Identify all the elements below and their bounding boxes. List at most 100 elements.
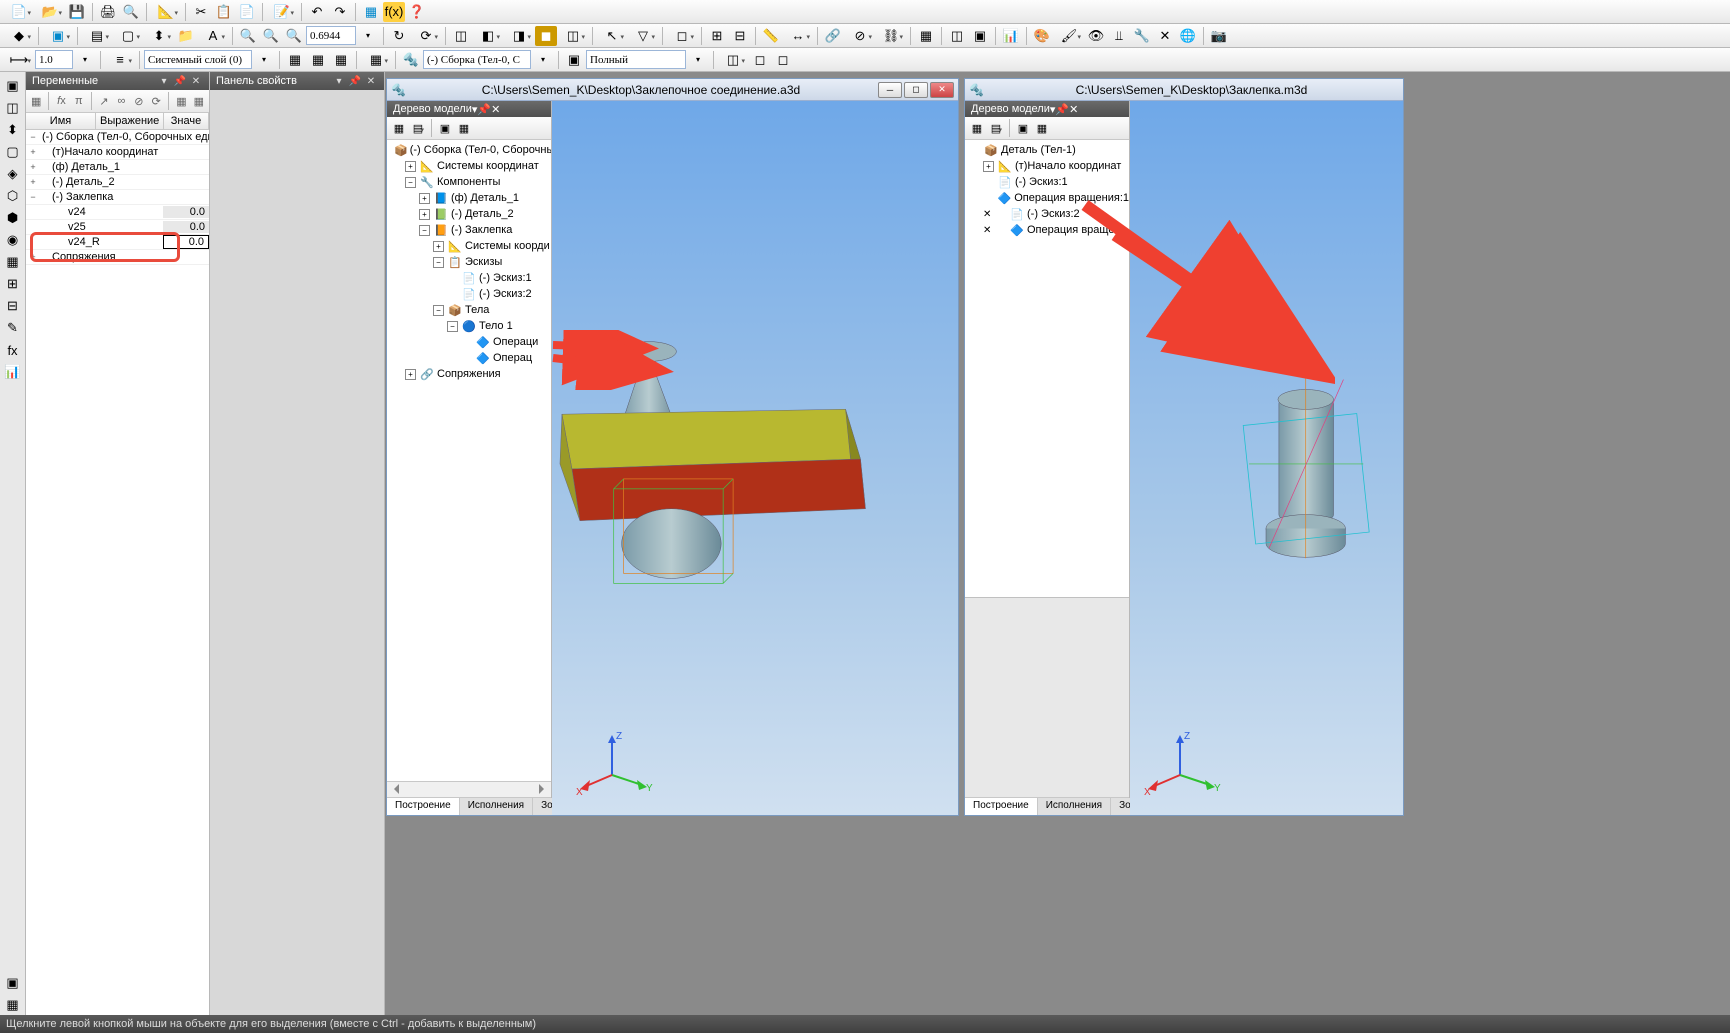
assembly-dropdown[interactable]: ▾ xyxy=(532,50,554,70)
left-tool-10[interactable]: ⊞ xyxy=(2,274,24,294)
3d-viewport[interactable]: Z Y X xyxy=(1130,101,1403,815)
hide-button[interactable]: ◻ xyxy=(667,26,697,46)
var-tb-1[interactable]: ▦ xyxy=(28,92,44,110)
assembly-input[interactable] xyxy=(423,50,531,69)
tree-node[interactable]: ✕📄(-) Эскиз:2 xyxy=(965,206,1129,222)
detail-button[interactable]: ▣ xyxy=(563,50,585,70)
window-title-bar[interactable]: 🔩 C:\Users\Semen_K\Desktop\Заклепка.m3d xyxy=(965,79,1403,101)
folder-button[interactable]: 📁 xyxy=(175,26,197,46)
var-tb-6[interactable]: ⟳ xyxy=(148,92,164,110)
left-tool-9[interactable]: ▦ xyxy=(2,252,24,272)
left-tool-12[interactable]: ✎ xyxy=(2,318,24,338)
box-view-button[interactable]: ◫ xyxy=(450,26,472,46)
var-tb-5[interactable]: ⊘ xyxy=(131,92,147,110)
zoom-all-button[interactable]: 🔍 xyxy=(237,26,259,46)
variable-row[interactable]: −(-) Заклепка xyxy=(26,190,209,205)
projection-button[interactable]: ◧ xyxy=(473,26,503,46)
window-tile-button[interactable]: ◫ xyxy=(946,26,968,46)
dimension-button[interactable]: ↔ xyxy=(783,26,813,46)
variable-row[interactable]: +(т)Начало координат xyxy=(26,145,209,160)
var-tb-8[interactable]: ▦ xyxy=(191,92,207,110)
tree-node[interactable]: 🔷Операция вращения:1 xyxy=(965,190,1129,206)
zoom-in-button[interactable]: 🔍 xyxy=(283,26,305,46)
layer-input[interactable] xyxy=(144,50,252,69)
tree-node[interactable]: −🔧Компоненты xyxy=(387,174,551,190)
tree-node[interactable]: +📗(-) Деталь_2 xyxy=(387,206,551,222)
help-context-button[interactable]: ❓ xyxy=(406,2,428,22)
camera-button[interactable]: 📷 xyxy=(1208,26,1230,46)
print-preview-button[interactable]: 🔍 xyxy=(120,2,142,22)
align-button[interactable]: ⫫ xyxy=(1108,26,1130,46)
var-tb-3[interactable]: ↗ xyxy=(96,92,112,110)
variable-row[interactable]: +Сопряжения xyxy=(26,250,209,265)
wrench-button[interactable]: 🔧 xyxy=(1131,26,1153,46)
zoom-dropdown[interactable]: ▾ xyxy=(357,26,379,46)
plane-button[interactable]: ▢ xyxy=(113,26,143,46)
left-tool-14[interactable]: 📊 xyxy=(2,362,24,382)
misc-1-button[interactable]: ◫ xyxy=(718,50,748,70)
close-button[interactable]: ✕ xyxy=(930,82,954,98)
link-button[interactable]: 🔗 xyxy=(822,26,844,46)
var-tb-7[interactable]: ▦ xyxy=(173,92,189,110)
3d-viewport[interactable]: Z Y X xyxy=(552,101,958,815)
render-input[interactable] xyxy=(586,50,686,69)
misc-3-button[interactable]: ◻ xyxy=(772,50,794,70)
variable-row[interactable]: +(ф) Деталь_1 xyxy=(26,160,209,175)
text-style-button[interactable]: A xyxy=(198,26,228,46)
layer-tool-2[interactable]: ▦ xyxy=(307,50,329,70)
panel-close-icon[interactable]: ✕ xyxy=(491,103,500,116)
tree-tb-2[interactable]: ▤ xyxy=(987,119,1005,137)
dim-type-button[interactable]: ⟼ xyxy=(4,50,34,70)
tree-node[interactable]: +🔗Сопряжения xyxy=(387,366,551,382)
tree-node[interactable]: 📄(-) Эскиз:1 xyxy=(387,270,551,286)
tree-node[interactable]: 🔷Операци xyxy=(387,334,551,350)
cube-button[interactable]: ▣ xyxy=(43,26,73,46)
tree-node[interactable]: 📦(-) Сборка (Тел-0, Сборочны xyxy=(387,142,551,158)
layer-tool-4[interactable]: ▦ xyxy=(361,50,391,70)
fx-vars-button[interactable]: f(x) xyxy=(383,2,405,22)
tree-tab-build[interactable]: Построение xyxy=(965,798,1038,815)
panel-close-icon[interactable]: ✕ xyxy=(364,74,378,88)
tool-a-button[interactable]: 📊 xyxy=(1000,26,1022,46)
left-tool-11[interactable]: ⊟ xyxy=(2,296,24,316)
copy-button[interactable]: 📋 xyxy=(213,2,235,22)
lib-button[interactable]: ▦ xyxy=(360,2,382,22)
break-button[interactable]: ⊘ xyxy=(845,26,875,46)
undo-button[interactable]: ↶ xyxy=(306,2,328,22)
model-tree[interactable]: 📦Деталь (Тел-1)+📐(т)Начало координат📄(-)… xyxy=(965,140,1129,597)
scale-input[interactable] xyxy=(35,50,73,69)
tree-node[interactable]: −📙(-) Заклепка xyxy=(387,222,551,238)
iso-view-button[interactable]: ◨ xyxy=(504,26,534,46)
left-tool-bottom-2[interactable]: ▦ xyxy=(2,995,24,1015)
zoom-input[interactable] xyxy=(306,26,356,45)
panel-pin-icon[interactable]: 📌 xyxy=(1055,103,1069,116)
panel-pin-icon[interactable]: 📌 xyxy=(173,74,187,88)
panel-pin-icon[interactable]: 📌 xyxy=(477,103,491,116)
select-button[interactable]: ↖ xyxy=(597,26,627,46)
panel-dropdown-icon[interactable]: ▾ xyxy=(157,74,171,88)
var-tb-4[interactable]: ∞ xyxy=(113,92,129,110)
variable-row[interactable]: v24_R0.0 xyxy=(26,235,209,250)
measure-button[interactable]: 📏 xyxy=(760,26,782,46)
variable-row[interactable]: +(-) Деталь_2 xyxy=(26,175,209,190)
globe-button[interactable]: 🌐 xyxy=(1177,26,1199,46)
minimize-button[interactable]: ─ xyxy=(878,82,902,98)
var-tb-fx[interactable]: fx xyxy=(53,92,69,110)
open-file-button[interactable]: 📂 xyxy=(35,2,65,22)
rotate-button[interactable]: ↻ xyxy=(388,26,410,46)
tree-node[interactable]: +📘(ф) Деталь_1 xyxy=(387,190,551,206)
scale-dropdown[interactable]: ▾ xyxy=(74,50,96,70)
tree-tab-exec[interactable]: Исполнения xyxy=(460,798,533,815)
render-dropdown[interactable]: ▾ xyxy=(687,50,709,70)
maximize-button[interactable]: ◻ xyxy=(904,82,928,98)
left-tool-7[interactable]: ⬢ xyxy=(2,208,24,228)
window-cascade-button[interactable]: ▣ xyxy=(969,26,991,46)
tree-node[interactable]: −🔵Тело 1 xyxy=(387,318,551,334)
left-tool-1[interactable]: ▣ xyxy=(2,76,24,96)
panel-close-icon[interactable]: ✕ xyxy=(1069,103,1078,116)
style-button[interactable]: ≡ xyxy=(105,50,135,70)
tree-tab-build[interactable]: Построение xyxy=(387,798,460,815)
layer-tool-3[interactable]: ▦ xyxy=(330,50,352,70)
left-tool-4[interactable]: ▢ xyxy=(2,142,24,162)
tree-node[interactable]: −📦Тела xyxy=(387,302,551,318)
